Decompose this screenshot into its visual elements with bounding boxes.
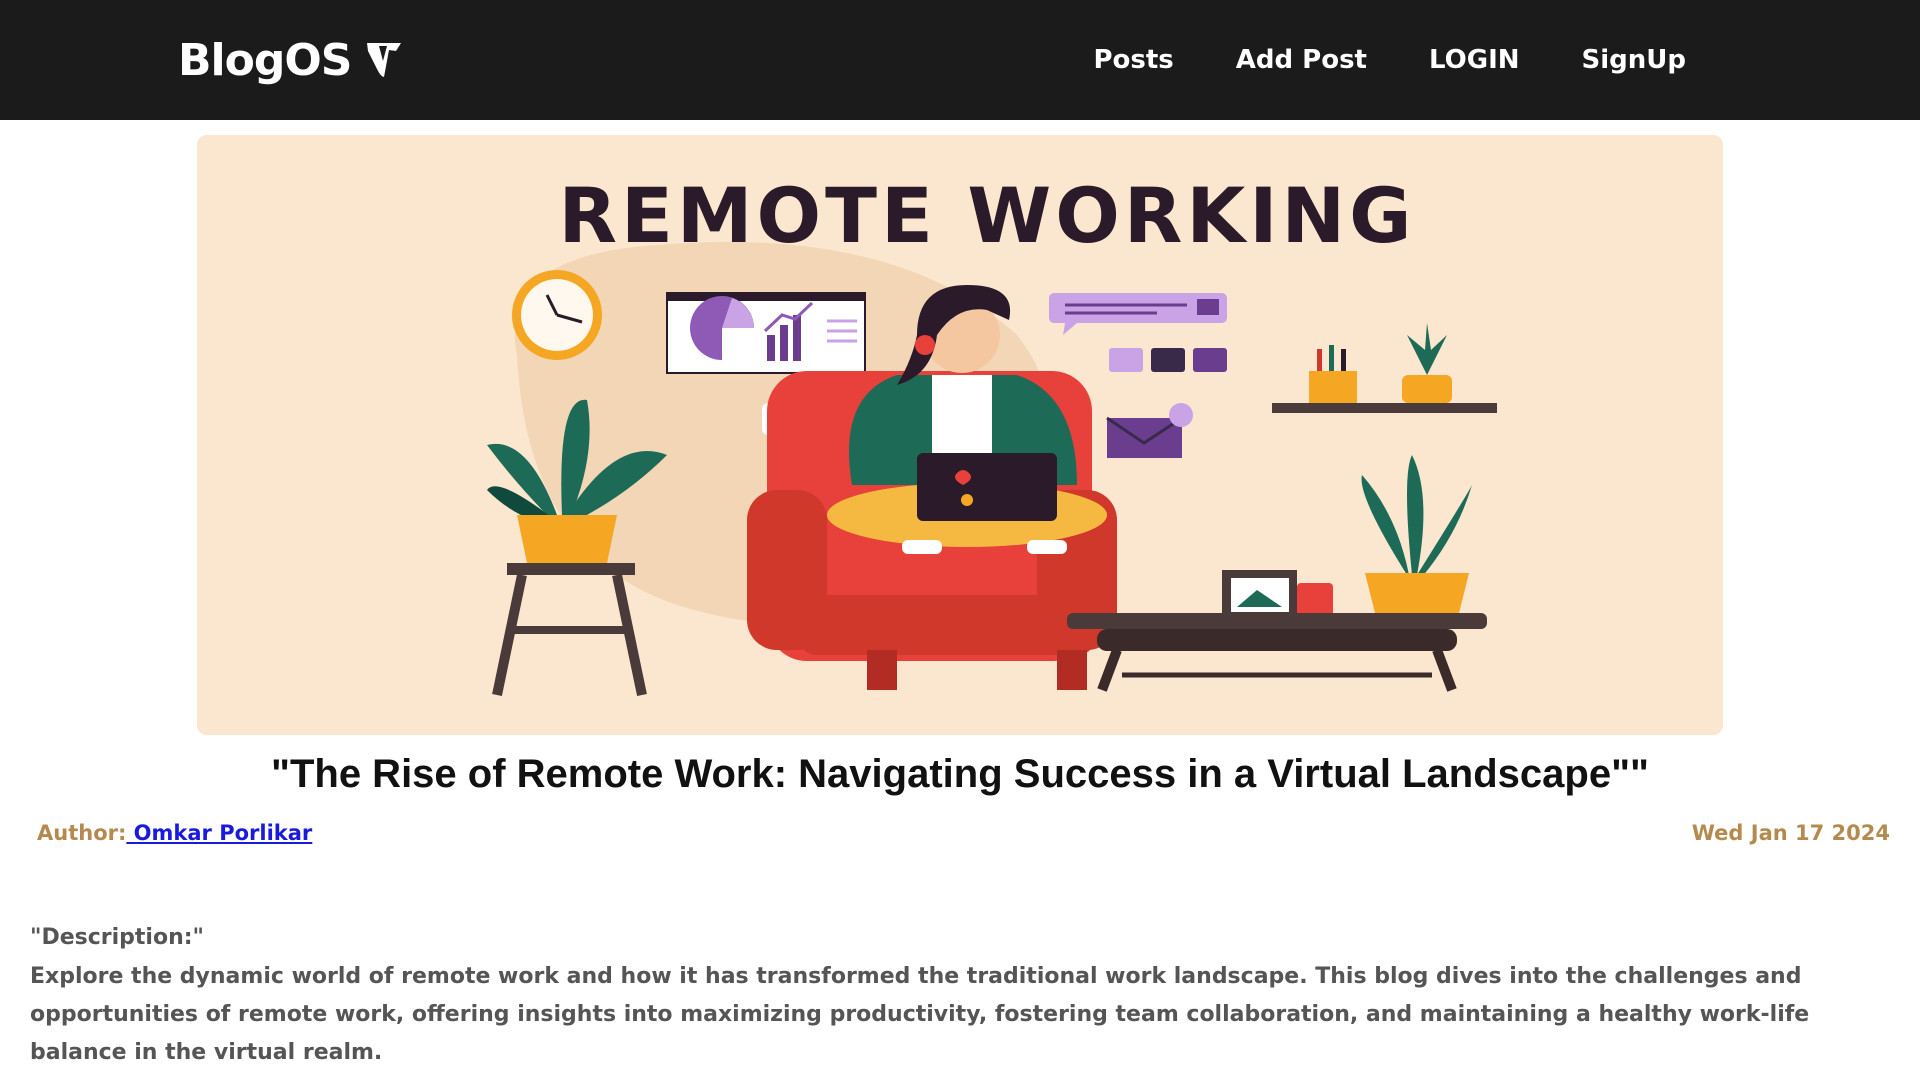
nav-add-post-link[interactable]: Add Post xyxy=(1236,45,1367,75)
author-line: Author: Omkar Porlikar xyxy=(37,821,312,845)
author-label: Author: xyxy=(37,821,127,845)
hero-heading: REMOTE WORKING xyxy=(558,171,1415,260)
dollar-icon xyxy=(1193,348,1227,372)
post-date: Wed Jan 17 2024 xyxy=(1691,821,1890,845)
phone-icon xyxy=(1109,348,1143,372)
nav-login-link[interactable]: LOGIN xyxy=(1429,45,1520,75)
post-cover-image: REMOTE WORKING xyxy=(197,135,1723,735)
post-title: "The Rise of Remote Work: Navigating Suc… xyxy=(270,752,1649,796)
description-text: Explore the dynamic world of remote work… xyxy=(30,964,1810,1065)
nav-signup-link[interactable]: SignUp xyxy=(1582,45,1686,75)
brand-name: BlogOS xyxy=(178,34,352,86)
brand-logo-link[interactable]: BlogOS xyxy=(178,32,405,88)
chart-card-icon xyxy=(666,292,866,374)
clock-icon xyxy=(512,270,602,360)
top-navbar: BlogOS Posts Add Post LOGIN SignUp xyxy=(0,0,1920,120)
remote-working-illustration: REMOTE WORKING xyxy=(197,135,1723,735)
typo3-logo-icon xyxy=(363,39,405,81)
description-label: "Description:" xyxy=(30,925,205,950)
main-nav: Posts Add Post LOGIN SignUp xyxy=(1093,0,1686,120)
nav-posts-link[interactable]: Posts xyxy=(1093,45,1173,75)
at-sign-icon xyxy=(1151,348,1185,372)
author-name-link[interactable]: Omkar Porlikar xyxy=(126,821,313,845)
